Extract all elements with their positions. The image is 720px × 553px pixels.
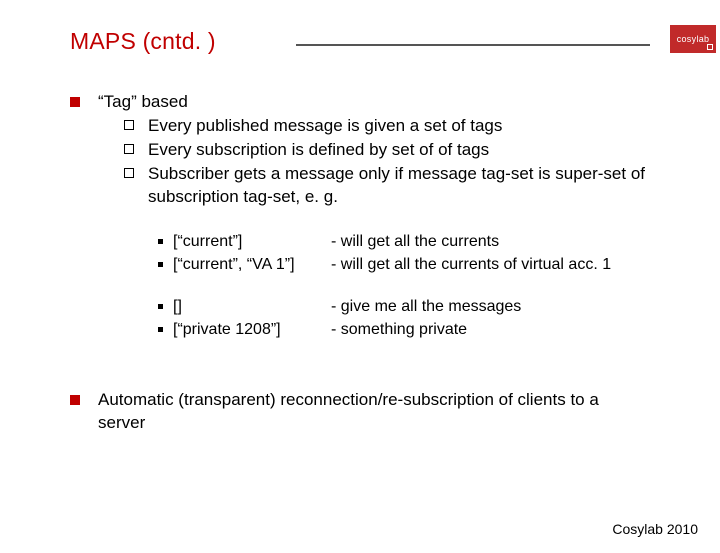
- square-bullet-icon: [70, 97, 80, 107]
- slide-title: MAPS (cntd. ): [70, 28, 216, 55]
- bullet-level1: “Tag” based Every published message is g…: [70, 91, 650, 361]
- example-tagset: []: [173, 296, 331, 318]
- brand-logo: cosylab: [670, 25, 716, 53]
- title-row: MAPS (cntd. ): [70, 28, 650, 55]
- example-group: [] - give me all the messages [“private …: [158, 296, 650, 341]
- bullet-text: Automatic (transparent) reconnection/re-…: [98, 389, 650, 435]
- bullet-level2: Every subscription is defined by set of …: [124, 139, 650, 162]
- title-underline: [296, 44, 650, 46]
- slide: cosylab MAPS (cntd. ) “Tag” based Every …: [0, 0, 720, 553]
- dot-bullet-icon: [158, 327, 163, 332]
- square-bullet-icon: [70, 395, 80, 405]
- example-row: [“current”] - will get all the currents: [158, 231, 650, 253]
- open-square-bullet-icon: [124, 168, 134, 178]
- bullet-level2: Every published message is given a set o…: [124, 115, 650, 138]
- example-row: [] - give me all the messages: [158, 296, 650, 318]
- open-square-bullet-icon: [124, 144, 134, 154]
- bullet-text: Subscriber gets a message only if messag…: [148, 163, 650, 209]
- example-group: [“current”] - will get all the currents …: [158, 231, 650, 276]
- example-tagset: [“current”, “VA 1”]: [173, 254, 331, 276]
- bullet-body: “Tag” based Every published message is g…: [98, 91, 650, 361]
- dot-bullet-icon: [158, 304, 163, 309]
- open-square-bullet-icon: [124, 120, 134, 130]
- example-tagset: [“current”]: [173, 231, 331, 253]
- brand-dot-icon: [707, 44, 713, 50]
- brand-text: cosylab: [677, 34, 710, 44]
- dot-bullet-icon: [158, 262, 163, 267]
- footer-text: Cosylab 2010: [612, 521, 698, 537]
- bullet-level1: Automatic (transparent) reconnection/re-…: [70, 389, 650, 435]
- content: “Tag” based Every published message is g…: [70, 91, 650, 435]
- example-tagset: [“private 1208”]: [173, 319, 331, 341]
- examples-block: [“current”] - will get all the currents …: [158, 231, 650, 341]
- bullet-level2: Subscriber gets a message only if messag…: [124, 163, 650, 209]
- example-row: [“current”, “VA 1”] - will get all the c…: [158, 254, 650, 276]
- bullet-text: Every published message is given a set o…: [148, 115, 650, 138]
- example-row: [“private 1208”] - something private: [158, 319, 650, 341]
- example-desc: - will get all the currents: [331, 231, 650, 253]
- example-desc: - give me all the messages: [331, 296, 650, 318]
- example-desc: - something private: [331, 319, 650, 341]
- dot-bullet-icon: [158, 239, 163, 244]
- bullet-text: “Tag” based: [98, 91, 650, 114]
- example-desc: - will get all the currents of virtual a…: [331, 254, 650, 276]
- bullet-text: Every subscription is defined by set of …: [148, 139, 650, 162]
